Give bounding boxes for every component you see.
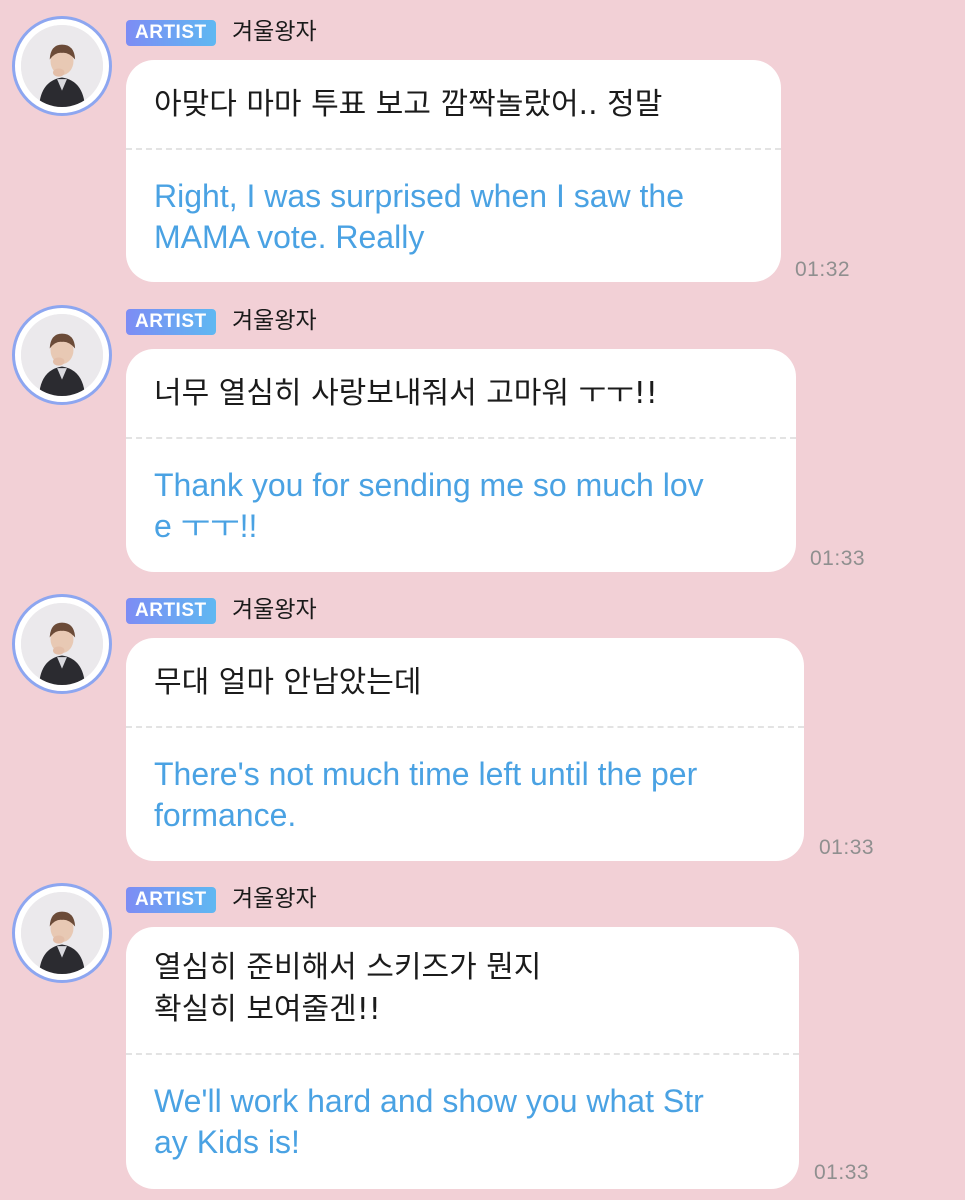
message-korean-text: 아맞다 마마 투표 보고 깜짝놀랐어.. 정말: [154, 87, 663, 122]
sender-name[interactable]: 겨울왕자: [232, 594, 317, 626]
message-timestamp: 01:32: [795, 258, 851, 281]
profile-photo-icon: [21, 603, 103, 685]
chat-message: ARTIST 겨울왕자 너무 열심히 사랑보내줘서 고마워 ㅜㅜ!! Thank…: [0, 289, 965, 579]
message-divider: [126, 1053, 799, 1055]
message-divider: [126, 437, 796, 439]
profile-photo-icon: [21, 892, 103, 974]
message-translation-text: Thank you for sending me so much lov e ㅜ…: [154, 467, 704, 544]
message-korean-text: 너무 열심히 사랑보내줘서 고마워 ㅜㅜ!!: [154, 376, 658, 411]
sender-name[interactable]: 겨울왕자: [232, 16, 317, 48]
message-timestamp: 01:33: [819, 836, 875, 859]
message-bubble[interactable]: 무대 얼마 안남았는데 There's not much time left u…: [126, 638, 804, 861]
chat-message: ARTIST 겨울왕자 아맞다 마마 투표 보고 깜짝놀랐어.. 정말 Righ…: [0, 0, 965, 290]
message-divider: [126, 148, 781, 150]
artist-badge: ARTIST: [126, 309, 216, 335]
message-translation-text: We'll work hard and show you what Str ay…: [154, 1083, 704, 1160]
message-bubble[interactable]: 열심히 준비해서 스키즈가 뭔지 확실히 보여줄겐!! We'll work h…: [126, 927, 799, 1189]
artist-badge: ARTIST: [126, 20, 216, 46]
message-korean-text: 열심히 준비해서 스키즈가 뭔지 확실히 보여줄겐!!: [154, 950, 542, 1027]
avatar[interactable]: [12, 883, 112, 983]
message-bubble[interactable]: 아맞다 마마 투표 보고 깜짝놀랐어.. 정말 Right, I was sur…: [126, 60, 781, 282]
message-bubble[interactable]: 너무 열심히 사랑보내줘서 고마워 ㅜㅜ!! Thank you for sen…: [126, 349, 796, 572]
message-divider: [126, 726, 804, 728]
sender-name[interactable]: 겨울왕자: [232, 305, 317, 337]
message-korean-text: 무대 얼마 안남았는데: [154, 665, 422, 700]
profile-photo-icon: [21, 314, 103, 396]
chat-message: ARTIST 겨울왕자 무대 얼마 안남았는데 There's not much…: [0, 578, 965, 868]
avatar[interactable]: [12, 16, 112, 116]
message-timestamp: 01:33: [810, 547, 866, 570]
message-translation-text: There's not much time left until the per…: [154, 756, 698, 833]
message-translation-text: Right, I was surprised when I saw the MA…: [154, 178, 685, 255]
profile-photo-icon: [21, 25, 103, 107]
artist-badge: ARTIST: [126, 887, 216, 913]
message-timestamp: 01:33: [814, 1161, 870, 1184]
artist-badge: ARTIST: [126, 598, 216, 624]
avatar[interactable]: [12, 305, 112, 405]
avatar[interactable]: [12, 594, 112, 694]
chat-message: ARTIST 겨울왕자 열심히 준비해서 스키즈가 뭔지 확실히 보여줄겐!! …: [0, 867, 965, 1200]
sender-name[interactable]: 겨울왕자: [232, 883, 317, 915]
